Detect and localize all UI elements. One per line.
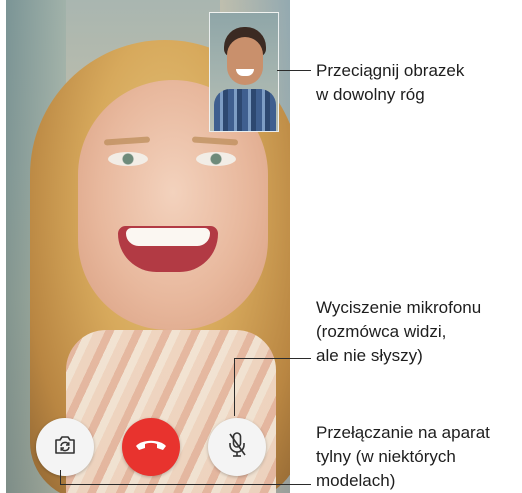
self-shirt [214, 89, 276, 131]
mute-callout: Wyciszenie mikrofonu (rozmówca widzi, al… [316, 298, 482, 365]
self-face [227, 37, 263, 85]
camera-flip-icon [52, 434, 78, 461]
mute-leader-vertical [234, 358, 235, 416]
caller-eye-right [196, 152, 236, 166]
flip-leader-vertical [60, 470, 61, 484]
flip-camera-callout: Przełączanie na aparat tylny (w niektóry… [316, 423, 490, 490]
flip-leader-horizontal [60, 484, 311, 485]
phone-hangup-icon [134, 437, 168, 458]
flip-camera-button[interactable] [36, 418, 94, 476]
mute-leader-horizontal [234, 358, 311, 359]
self-view-pip[interactable] [209, 12, 279, 132]
caller-teeth [126, 228, 210, 246]
end-call-button[interactable] [122, 418, 180, 476]
pip-leader-line [277, 70, 311, 71]
pip-drag-callout: Przeciągnij obrazek w dowolny róg [316, 61, 465, 104]
microphone-mute-icon [226, 431, 248, 464]
facetime-call-screen [6, 0, 290, 493]
facetime-callout-figure: Przeciągnij obrazek w dowolny róg Wycisz… [0, 0, 522, 493]
mute-button[interactable] [208, 418, 266, 476]
caller-eye-left [108, 152, 148, 166]
